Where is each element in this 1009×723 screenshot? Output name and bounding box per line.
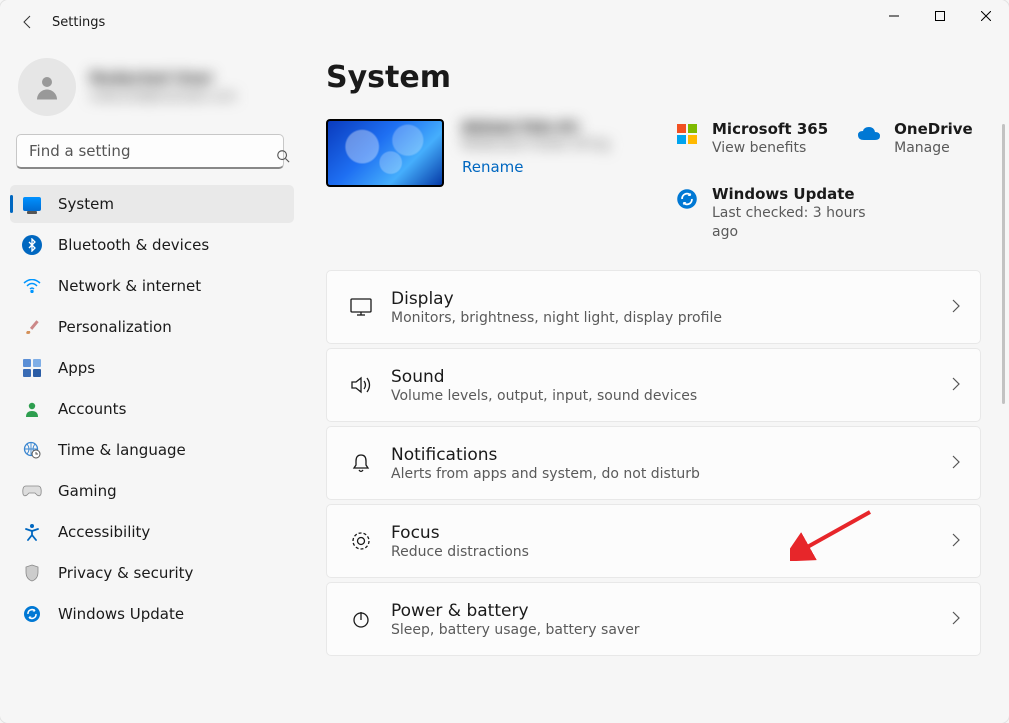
device-name: REDACTED-PC (462, 119, 652, 137)
sidebar-item-label: Time & language (58, 441, 186, 459)
device-summary-row: REDACTED-PC Redacted model string Rename… (326, 119, 981, 242)
nav-list: System Bluetooth & devices Network & int… (0, 181, 300, 633)
search-input[interactable] (16, 134, 284, 169)
sidebar: Redacted User redacted@example.com Syste… (0, 44, 300, 723)
settings-item-display[interactable]: Display Monitors, brightness, night ligh… (326, 270, 981, 344)
settings-item-notifications[interactable]: Notifications Alerts from apps and syste… (326, 426, 981, 500)
chevron-right-icon (952, 610, 960, 629)
sidebar-item-label: Privacy & security (58, 564, 193, 582)
sidebar-item-network[interactable]: Network & internet (10, 267, 294, 305)
sidebar-item-bluetooth[interactable]: Bluetooth & devices (10, 226, 294, 264)
settings-item-title: Display (391, 289, 952, 309)
chevron-right-icon (952, 454, 960, 473)
back-button[interactable] (8, 2, 48, 42)
settings-item-title: Focus (391, 523, 952, 543)
speaker-icon (337, 375, 385, 395)
card-sub: View benefits (712, 139, 828, 158)
display-icon (22, 194, 42, 214)
sidebar-item-label: Apps (58, 359, 95, 377)
sidebar-item-update[interactable]: Windows Update (10, 595, 294, 633)
gamepad-icon (22, 481, 42, 501)
globe-clock-icon (22, 440, 42, 460)
sync-icon (674, 186, 700, 212)
chevron-right-icon (952, 298, 960, 317)
sidebar-item-label: Bluetooth & devices (58, 236, 209, 254)
close-button[interactable] (963, 0, 1009, 32)
microsoft-logo-icon (674, 121, 700, 147)
sidebar-item-personalization[interactable]: Personalization (10, 308, 294, 346)
card-title: OneDrive (894, 119, 973, 139)
settings-list: Display Monitors, brightness, night ligh… (326, 270, 981, 656)
card-sub: Manage (894, 139, 973, 158)
settings-item-title: Sound (391, 367, 952, 387)
settings-item-sub: Alerts from apps and system, do not dist… (391, 466, 952, 482)
shield-icon (22, 563, 42, 583)
settings-item-sub: Monitors, brightness, night light, displ… (391, 310, 952, 326)
device-model: Redacted model string (462, 137, 652, 154)
content-area: System REDACTED-PC Redacted model string… (300, 44, 1009, 723)
user-account-block[interactable]: Redacted User redacted@example.com (0, 48, 300, 134)
bluetooth-icon (22, 235, 42, 255)
user-info-text: Redacted User redacted@example.com (90, 69, 236, 104)
sidebar-item-label: Gaming (58, 482, 117, 500)
user-name: Redacted User (90, 69, 236, 89)
sidebar-item-time[interactable]: Time & language (10, 431, 294, 469)
card-onedrive[interactable]: OneDrive Manage (856, 119, 973, 158)
card-microsoft-365[interactable]: Microsoft 365 View benefits (674, 119, 828, 158)
sidebar-item-apps[interactable]: Apps (10, 349, 294, 387)
settings-item-sound[interactable]: Sound Volume levels, output, input, soun… (326, 348, 981, 422)
sidebar-item-accounts[interactable]: Accounts (10, 390, 294, 428)
card-sub: Last checked: 3 hours ago (712, 204, 882, 242)
sidebar-item-system[interactable]: System (10, 185, 294, 223)
monitor-icon (337, 298, 385, 316)
settings-item-focus[interactable]: Focus Reduce distractions (326, 504, 981, 578)
cloud-icon (856, 121, 882, 147)
power-icon (337, 609, 385, 629)
person-icon (22, 399, 42, 419)
paintbrush-icon (22, 317, 42, 337)
apps-icon (22, 358, 42, 378)
settings-item-power[interactable]: Power & battery Sleep, battery usage, ba… (326, 582, 981, 656)
app-title: Settings (52, 15, 105, 30)
sidebar-item-label: Network & internet (58, 277, 201, 295)
minimize-button[interactable] (871, 0, 917, 32)
chevron-right-icon (952, 532, 960, 551)
rename-link[interactable]: Rename (462, 158, 524, 176)
titlebar: Settings (0, 0, 1009, 44)
page-title: System (326, 60, 981, 95)
sidebar-item-label: Windows Update (58, 605, 184, 623)
sidebar-item-accessibility[interactable]: Accessibility (10, 513, 294, 551)
device-thumbnail (326, 119, 444, 187)
settings-item-title: Notifications (391, 445, 952, 465)
sidebar-item-privacy[interactable]: Privacy & security (10, 554, 294, 592)
settings-item-sub: Reduce distractions (391, 544, 952, 560)
card-title: Microsoft 365 (712, 119, 828, 139)
settings-item-sub: Sleep, battery usage, battery saver (391, 622, 952, 638)
settings-item-title: Power & battery (391, 601, 952, 621)
sidebar-item-label: Personalization (58, 318, 172, 336)
bell-icon (337, 453, 385, 473)
avatar (18, 58, 76, 116)
wifi-icon (22, 276, 42, 296)
sync-icon (22, 604, 42, 624)
sidebar-item-label: Accessibility (58, 523, 150, 541)
scrollbar[interactable] (1002, 124, 1005, 404)
settings-item-sub: Volume levels, output, input, sound devi… (391, 388, 952, 404)
chevron-right-icon (952, 376, 960, 395)
focus-icon (337, 531, 385, 551)
accessibility-icon (22, 522, 42, 542)
maximize-button[interactable] (917, 0, 963, 32)
sidebar-item-label: System (58, 195, 114, 213)
card-windows-update[interactable]: Windows Update Last checked: 3 hours ago (674, 184, 973, 242)
sidebar-item-gaming[interactable]: Gaming (10, 472, 294, 510)
sidebar-item-label: Accounts (58, 400, 126, 418)
card-title: Windows Update (712, 184, 882, 204)
user-email: redacted@example.com (90, 89, 236, 105)
